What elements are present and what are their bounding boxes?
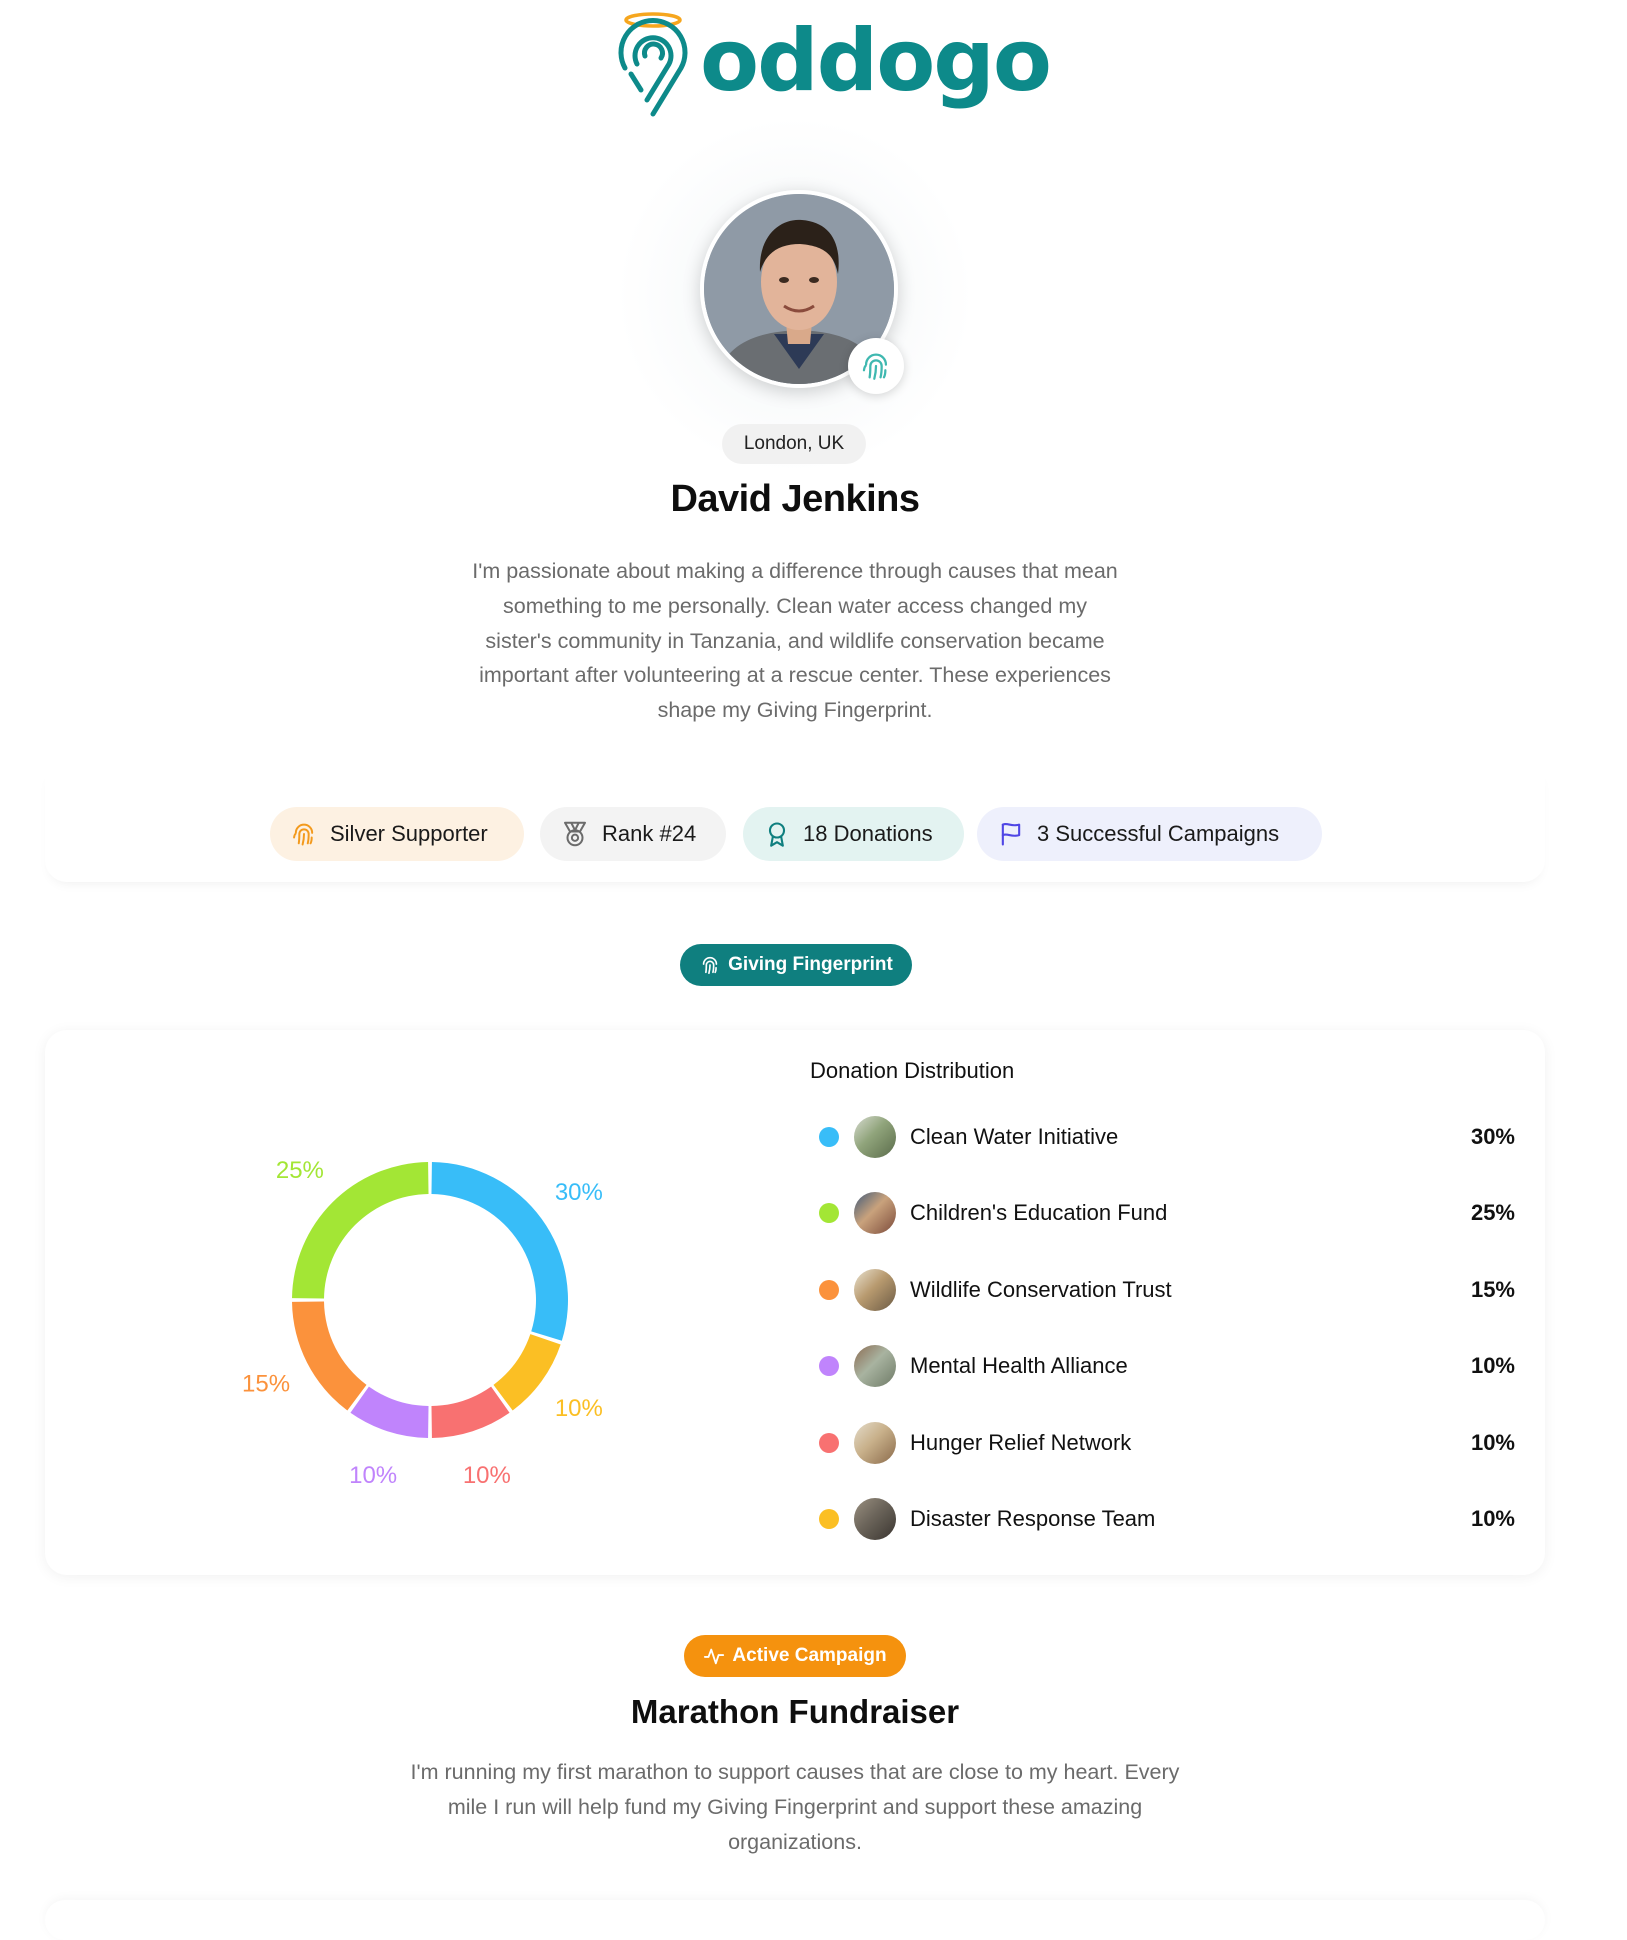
donut-slice-label: 10% [555,1395,603,1422]
donut-slice-label: 10% [349,1462,397,1489]
fingerprint-badge[interactable] [848,338,904,394]
legend-dot [819,1509,839,1529]
award-ribbon-icon [768,822,786,847]
distribution-row[interactable]: Disaster Response Team 10% [810,1497,1515,1541]
donut-slice[interactable] [292,1301,367,1411]
organization-percentage: 10% [1470,1353,1515,1379]
organization-percentage: 10% [1470,1506,1515,1531]
stat-label: 18 Donations [803,821,933,846]
organization-thumbnail [854,1192,896,1235]
giving-fingerprint-chip[interactable]: Giving Fingerprint [680,944,912,986]
chip-label: Active Campaign [732,1645,887,1666]
fingerprint-icon [862,353,888,380]
organization-thumbnail [854,1268,896,1311]
medal-icon [564,821,586,847]
legend-dot [819,1432,839,1453]
campaign-card [45,1900,1545,1940]
organization-name: Disaster Response Team [910,1506,1156,1531]
distribution-row[interactable]: Mental Health Alliance 10% [810,1344,1515,1388]
activity-icon [704,1648,725,1665]
organization-thumbnail [854,1116,896,1158]
organization-percentage: 25% [1470,1200,1515,1226]
donut-slice-label: 25% [276,1157,324,1184]
campaign-title: Marathon Fundraiser [630,1693,960,1730]
campaign-description: I'm running my first marathon to support… [410,1760,1180,1854]
campaigns-badge[interactable]: 3 Successful Campaigns [977,807,1322,861]
profile-bio: I'm passionate about making a difference… [472,559,1118,723]
donation-donut-chart: 30% 10% 10% 10% 15% 25% [242,1157,603,1489]
stat-label: 3 Successful Campaigns [1037,821,1280,846]
fingerprint-icon [293,823,314,846]
distribution-row[interactable]: Hunger Relief Network 10% [810,1421,1515,1465]
organization-thumbnail [854,1421,896,1464]
donut-slice-label: 30% [555,1179,603,1206]
organization-name: Clean Water Initiative [910,1124,1119,1149]
organization-thumbnail [854,1345,896,1388]
donut-slice-label: 15% [242,1371,290,1398]
stat-label: Rank #24 [602,821,697,846]
organization-name: Mental Health Alliance [910,1353,1128,1379]
active-campaign-chip[interactable]: Active Campaign [684,1635,906,1677]
organization-name: Children's Education Fund [910,1200,1168,1226]
legend-dot [819,1127,839,1147]
donut-slice-label: 10% [463,1462,511,1489]
profile-page: oddogo London, UK David Jenkins I'm pass… [0,0,1627,1920]
organization-percentage: 15% [1470,1276,1515,1302]
flag-icon [1001,822,1021,846]
profile-name: David Jenkins [670,478,920,520]
location-badge: London, UK [722,424,866,464]
distribution-row[interactable]: Wildlife Conservation Trust 15% [810,1268,1515,1312]
organization-name: Hunger Relief Network [910,1429,1132,1455]
donations-badge[interactable]: 18 Donations [743,807,964,861]
legend-dot [819,1203,839,1224]
organization-name: Wildlife Conservation Trust [910,1276,1172,1302]
chip-label: Giving Fingerprint [728,954,893,975]
legend-dot [819,1279,839,1300]
distribution-row[interactable]: Clean Water Initiative 30% [810,1115,1515,1159]
organization-percentage: 10% [1470,1429,1515,1455]
donut-slice[interactable] [431,1386,510,1438]
silver-supporter-badge[interactable]: Silver Supporter [270,807,524,861]
distribution-title: Donation Distribution [810,1058,1015,1083]
legend-dot [819,1356,839,1377]
rank-badge[interactable]: Rank #24 [540,807,726,861]
fingerprint-icon [702,956,718,975]
donut-slice[interactable] [493,1334,561,1411]
distribution-row[interactable]: Children's Education Fund 25% [810,1191,1515,1235]
organization-percentage: 30% [1470,1124,1515,1149]
donut-slice[interactable] [350,1386,429,1438]
brand-wordmark: oddogo [700,11,1052,111]
stat-label: Silver Supporter [330,821,488,846]
organization-thumbnail [854,1498,896,1540]
donut-slice[interactable] [431,1162,568,1341]
